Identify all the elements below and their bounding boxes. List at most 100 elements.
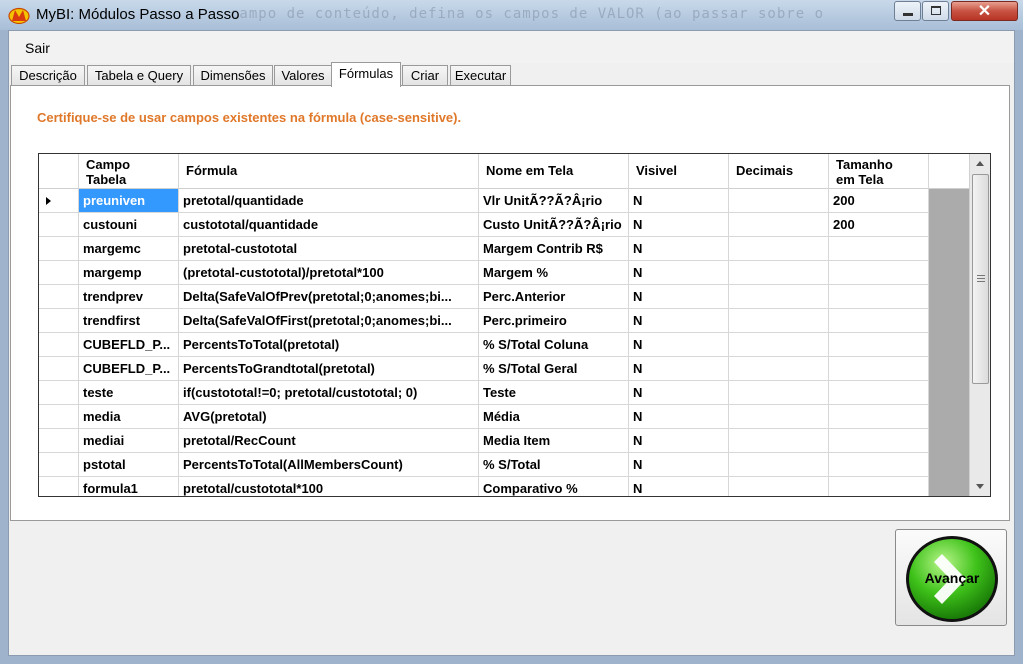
cell-decimais[interactable] [729, 285, 829, 309]
cell-visivel[interactable]: N [629, 477, 729, 496]
cell-visivel[interactable]: N [629, 333, 729, 357]
cell-visivel[interactable]: N [629, 237, 729, 261]
cell-decimais[interactable] [729, 189, 829, 213]
cell-visivel[interactable]: N [629, 213, 729, 237]
table-row[interactable]: teste if(custototal!=0; pretotal/custotot… [39, 381, 929, 405]
cell-decimais[interactable] [729, 213, 829, 237]
cell-nome[interactable]: Perc.Anterior [479, 285, 629, 309]
cell-decimais[interactable] [729, 453, 829, 477]
cell-formula[interactable]: PercentsToTotal(AllMembersCount) [179, 453, 479, 477]
maximize-button[interactable] [922, 1, 949, 21]
cell-decimais[interactable] [729, 405, 829, 429]
col-header-visivel[interactable]: Visivel [629, 154, 729, 189]
cell-visivel[interactable]: N [629, 285, 729, 309]
cell-formula[interactable]: pretotal/RecCount [179, 429, 479, 453]
table-row[interactable]: pstotal PercentsToTotal(AllMembersCount)%… [39, 453, 929, 477]
cell-visivel[interactable]: N [629, 309, 729, 333]
cell-formula[interactable]: AVG(pretotal) [179, 405, 479, 429]
cell-campo[interactable]: trendprev [79, 285, 179, 309]
cell-campo[interactable]: margemc [79, 237, 179, 261]
cell-tamanho[interactable] [829, 357, 929, 381]
cell-campo[interactable]: pstotal [79, 453, 179, 477]
row-header[interactable] [39, 477, 79, 496]
cell-nome[interactable]: Margem % [479, 261, 629, 285]
tab-descricao[interactable]: Descrição [11, 65, 85, 86]
cell-nome[interactable]: Custo UnitÃ??Ã?Â¡rio [479, 213, 629, 237]
cell-formula[interactable]: PercentsToGrandtotal(pretotal) [179, 357, 479, 381]
cell-decimais[interactable] [729, 309, 829, 333]
table-row[interactable]: preuniven pretotal/quantidade Vlr UnitÃ??Ã… [39, 189, 929, 213]
cell-visivel[interactable]: N [629, 357, 729, 381]
col-header-formula[interactable]: Fórmula [179, 154, 479, 189]
row-header[interactable] [39, 237, 79, 261]
cell-decimais[interactable] [729, 429, 829, 453]
row-header[interactable] [39, 381, 79, 405]
col-header-tamanho[interactable]: Tamanho em Tela [829, 154, 929, 189]
cell-tamanho[interactable] [829, 261, 929, 285]
tab-criar[interactable]: Criar [402, 65, 448, 86]
cell-tamanho[interactable] [829, 285, 929, 309]
cell-tamanho[interactable] [829, 237, 929, 261]
cell-campo[interactable]: custouni [79, 213, 179, 237]
cell-formula[interactable]: Delta(SafeValOfPrev(pretotal;0;anomes;bi… [179, 285, 479, 309]
table-row[interactable]: media AVG(pretotal) Média N [39, 405, 929, 429]
formulas-grid[interactable]: Campo Tabela Fórmula Nome em Tela Visivel… [38, 153, 991, 497]
row-header[interactable] [39, 309, 79, 333]
cell-decimais[interactable] [729, 237, 829, 261]
cell-visivel[interactable]: N [629, 405, 729, 429]
table-row[interactable]: custouni custototal/quantidade Custo UnitÃ… [39, 213, 929, 237]
cell-visivel[interactable]: N [629, 381, 729, 405]
cell-tamanho[interactable] [829, 429, 929, 453]
table-row[interactable]: trendprev Delta(SafeValOfPrev(pretotal;0;… [39, 285, 929, 309]
cell-nome[interactable]: % S/Total Coluna [479, 333, 629, 357]
table-row[interactable]: formula1 pretotal/custototal*100 Comparati… [39, 477, 929, 496]
cell-campo[interactable]: media [79, 405, 179, 429]
cell-campo[interactable]: formula1 [79, 477, 179, 496]
tab-formulas[interactable]: Fórmulas [331, 62, 401, 87]
cell-decimais[interactable] [729, 477, 829, 496]
cell-nome[interactable]: Perc.primeiro [479, 309, 629, 333]
row-header[interactable] [39, 213, 79, 237]
cell-tamanho[interactable]: 200 [829, 213, 929, 237]
row-header[interactable] [39, 357, 79, 381]
col-header-campo[interactable]: Campo Tabela [79, 154, 179, 189]
table-row[interactable]: mediai pretotal/RecCount Media Item N [39, 429, 929, 453]
menu-item-sair[interactable]: Sair [25, 40, 50, 56]
cell-decimais[interactable] [729, 261, 829, 285]
row-header[interactable] [39, 453, 79, 477]
cell-nome[interactable]: % S/Total [479, 453, 629, 477]
cell-formula[interactable]: PercentsToTotal(pretotal) [179, 333, 479, 357]
cell-tamanho[interactable] [829, 405, 929, 429]
cell-campo[interactable]: teste [79, 381, 179, 405]
cell-formula[interactable]: custototal/quantidade [179, 213, 479, 237]
grid-vertical-scrollbar[interactable] [969, 154, 990, 496]
cell-nome[interactable]: Média [479, 405, 629, 429]
cell-nome[interactable]: Vlr UnitÃ??Ã?Â¡rio [479, 189, 629, 213]
cell-campo[interactable]: mediai [79, 429, 179, 453]
cell-nome[interactable]: % S/Total Geral [479, 357, 629, 381]
scroll-up-icon[interactable] [972, 156, 988, 172]
cell-campo[interactable]: preuniven [79, 189, 179, 213]
cell-tamanho[interactable] [829, 381, 929, 405]
cell-formula[interactable]: pretotal-custototal [179, 237, 479, 261]
row-header[interactable] [39, 189, 79, 213]
cell-decimais[interactable] [729, 333, 829, 357]
table-row[interactable]: margemc pretotal-custototal Margem Contrib… [39, 237, 929, 261]
cell-tamanho[interactable] [829, 453, 929, 477]
cell-campo[interactable]: CUBEFLD_P... [79, 333, 179, 357]
cell-decimais[interactable] [729, 381, 829, 405]
cell-visivel[interactable]: N [629, 429, 729, 453]
cell-nome[interactable]: Teste [479, 381, 629, 405]
cell-visivel[interactable]: N [629, 261, 729, 285]
row-header[interactable] [39, 333, 79, 357]
row-header[interactable] [39, 285, 79, 309]
minimize-button[interactable] [894, 1, 921, 21]
cell-nome[interactable]: Comparativo % [479, 477, 629, 496]
cell-formula[interactable]: pretotal/quantidade [179, 189, 479, 213]
cell-tamanho[interactable] [829, 477, 929, 496]
close-button[interactable]: ✕ [951, 1, 1018, 21]
table-row[interactable]: CUBEFLD_P... PercentsToGrandtotal(pretota… [39, 357, 929, 381]
cell-tamanho[interactable] [829, 309, 929, 333]
tab-dimensoes[interactable]: Dimensões [193, 65, 273, 86]
tab-valores[interactable]: Valores [274, 65, 332, 86]
